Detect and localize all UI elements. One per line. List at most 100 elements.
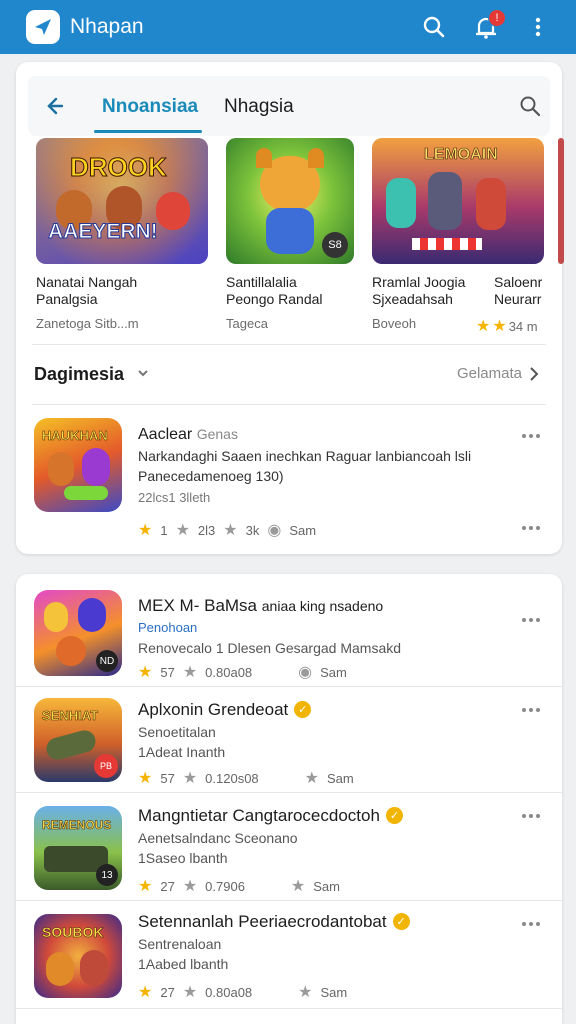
featured-tile[interactable]: S8 Santillalalia Peongo Randal Tageca	[226, 138, 354, 331]
rating-row: ★ 1 ★ 2l3 ★ 3k ◉ Sam	[138, 522, 317, 539]
icon-badge: PB	[94, 754, 118, 778]
list-item[interactable]: SENHIAT PB Aplxonin Grendeoat ✓ Senoetita…	[34, 698, 548, 790]
chevron-right-icon	[530, 366, 539, 381]
star-icon: ★	[138, 984, 153, 1001]
star-icon: ★	[138, 522, 153, 539]
star-outline-icon: ★	[182, 878, 198, 895]
app-developer: Aenetsalndanc Sceonano	[138, 830, 298, 846]
section-title: Dagimesia	[34, 364, 125, 384]
star-icon: ★	[138, 878, 153, 895]
app-description: Narkandaghi Saaen inechkan Raguar lanbia…	[138, 448, 472, 464]
star-icon: ★	[138, 664, 153, 681]
star-outline-icon: ★	[175, 522, 190, 539]
featured-subtitle: Neurarr	[494, 291, 542, 307]
star-outline-icon: ★	[298, 984, 313, 1001]
star-outline-icon: ★	[223, 522, 238, 539]
divider	[16, 792, 562, 793]
game-artwork: S8	[226, 138, 354, 264]
divider	[16, 686, 562, 687]
featured-meta: Zanetoga Sitb...m	[36, 316, 139, 331]
divider	[32, 344, 546, 345]
more-options-icon[interactable]	[514, 914, 548, 934]
app-description-2: Panecedamenoeg 130)	[138, 468, 284, 484]
divider	[16, 1008, 562, 1009]
verified-icon: ✓	[385, 807, 403, 824]
chat-icon: ◉	[298, 664, 313, 681]
more-options-icon[interactable]	[514, 426, 548, 446]
app-title: Aplxonin Grendeoat ✓	[138, 700, 312, 720]
artwork-text: DROOK	[70, 152, 168, 183]
app-icon: SOUBOK	[34, 914, 122, 998]
star-outline-icon: ★	[182, 664, 198, 681]
featured-title: Saloenr	[494, 274, 543, 290]
featured-card: Nnoansiaa Nhagsia DROOK AAEYERN! Nanatai…	[16, 62, 564, 554]
app-icon: REMENOUS 13	[34, 806, 122, 890]
more-options-icon[interactable]	[514, 700, 548, 720]
chat-icon: ◉	[267, 522, 282, 539]
featured-title: Nanatai Nangah	[36, 274, 138, 290]
star-icon: ★	[476, 318, 491, 335]
star-outline-icon: ★	[182, 770, 198, 787]
app-title: Nhapan	[70, 15, 144, 38]
more-options-icon[interactable]	[514, 518, 548, 538]
notification-badge: !	[488, 9, 506, 27]
rating-row: ★ 27 ★ 0.7906 ★ Sam	[138, 878, 340, 895]
star-outline-icon: ★	[304, 770, 319, 787]
artwork-text: LEMOAIN	[424, 146, 498, 164]
chevron-down-icon[interactable]	[136, 366, 150, 385]
app-description: 1Adeat Inanth	[138, 744, 226, 760]
app-title: Mangntietar Cangtarocecdoctoh ✓	[138, 806, 403, 826]
app-title: Aaclear Genas	[138, 426, 238, 443]
featured-meta: Tageca	[226, 316, 268, 331]
star-outline-icon: ★	[182, 984, 198, 1001]
app-bar: Nhapan !	[0, 0, 576, 54]
see-all-link[interactable]: Gelamata	[457, 365, 540, 382]
icon-badge: ND	[96, 650, 118, 672]
featured-tile[interactable]: Saloenr Neurarr ★ ★ 34 m	[476, 138, 564, 336]
app-developer[interactable]: Penohoan	[138, 620, 197, 635]
featured-title: Santillalalia	[226, 274, 297, 290]
app-meta-line: 22lcs1 3lleth	[138, 490, 211, 505]
app-title: Setennanlah Peeriaecrodantobat ✓	[138, 912, 410, 932]
featured-subtitle: Panalgsia	[36, 291, 98, 307]
game-artwork: DROOK AAEYERN!	[36, 138, 208, 264]
featured-subtitle: Peongo Randal	[226, 291, 323, 307]
artwork-text: AAEYERN!	[48, 220, 159, 244]
list-item[interactable]: REMENOUS 13 Mangntietar Cangtarocecdocto…	[34, 804, 548, 896]
more-options-icon[interactable]	[514, 610, 548, 630]
tab-second[interactable]: Nhagsia	[224, 96, 294, 118]
app-developer: Senoetitalan	[138, 724, 216, 740]
back-arrow-icon[interactable]	[38, 90, 70, 122]
app-title: MEX M- BaMsa aniaa king nsadeno	[138, 596, 384, 615]
rating-row: ★ 57 ★ 0.120s08 ★ Sam	[138, 770, 354, 787]
featured-meta: ★ ★ 34 m	[476, 318, 538, 335]
more-options-icon[interactable]	[514, 806, 548, 826]
divider	[16, 900, 562, 901]
star-icon: ★	[492, 318, 507, 335]
list-item[interactable]: ND MEX M- BaMsa aniaa king nsadeno Penoh…	[34, 590, 548, 682]
search-icon[interactable]	[414, 7, 454, 47]
featured-tile[interactable]: DROOK AAEYERN! Nanatai Nangah Panalgsia …	[36, 138, 208, 331]
artwork-badge: S8	[322, 232, 348, 258]
app-description: 1Saseo lbanth	[138, 850, 228, 866]
verified-icon: ✓	[392, 913, 410, 930]
list-item[interactable]: SOUBOK Setennanlah Peeriaecrodantobat ✓ S…	[34, 912, 548, 1004]
overflow-menu-icon[interactable]	[518, 7, 558, 47]
app-list-card: ND MEX M- BaMsa aniaa king nsadeno Penoh…	[16, 574, 562, 1024]
divider	[32, 404, 546, 405]
tab-active[interactable]: Nnoansiaa	[102, 96, 198, 118]
app-developer: Sentrenaloan	[138, 936, 222, 952]
app-logo-icon[interactable]	[26, 10, 60, 44]
app-icon: ND	[34, 590, 122, 676]
search-icon[interactable]	[514, 90, 546, 122]
list-item[interactable]: HAUKHAN Aaclear Genas Narkandaghi Saaen …	[34, 418, 548, 539]
icon-badge: 13	[96, 864, 118, 886]
star-outline-icon: ★	[290, 878, 306, 895]
rating-row: ★ 27 ★ 0.80a08 ★ Sam	[138, 984, 348, 1001]
tab-active-indicator	[94, 130, 202, 133]
tab-bar: Nnoansiaa Nhagsia	[28, 76, 550, 136]
notification-bell-icon[interactable]: !	[466, 7, 506, 47]
star-icon: ★	[138, 770, 153, 787]
verified-icon: ✓	[294, 701, 312, 718]
app-description: 1Aabed lbanth	[138, 956, 229, 972]
